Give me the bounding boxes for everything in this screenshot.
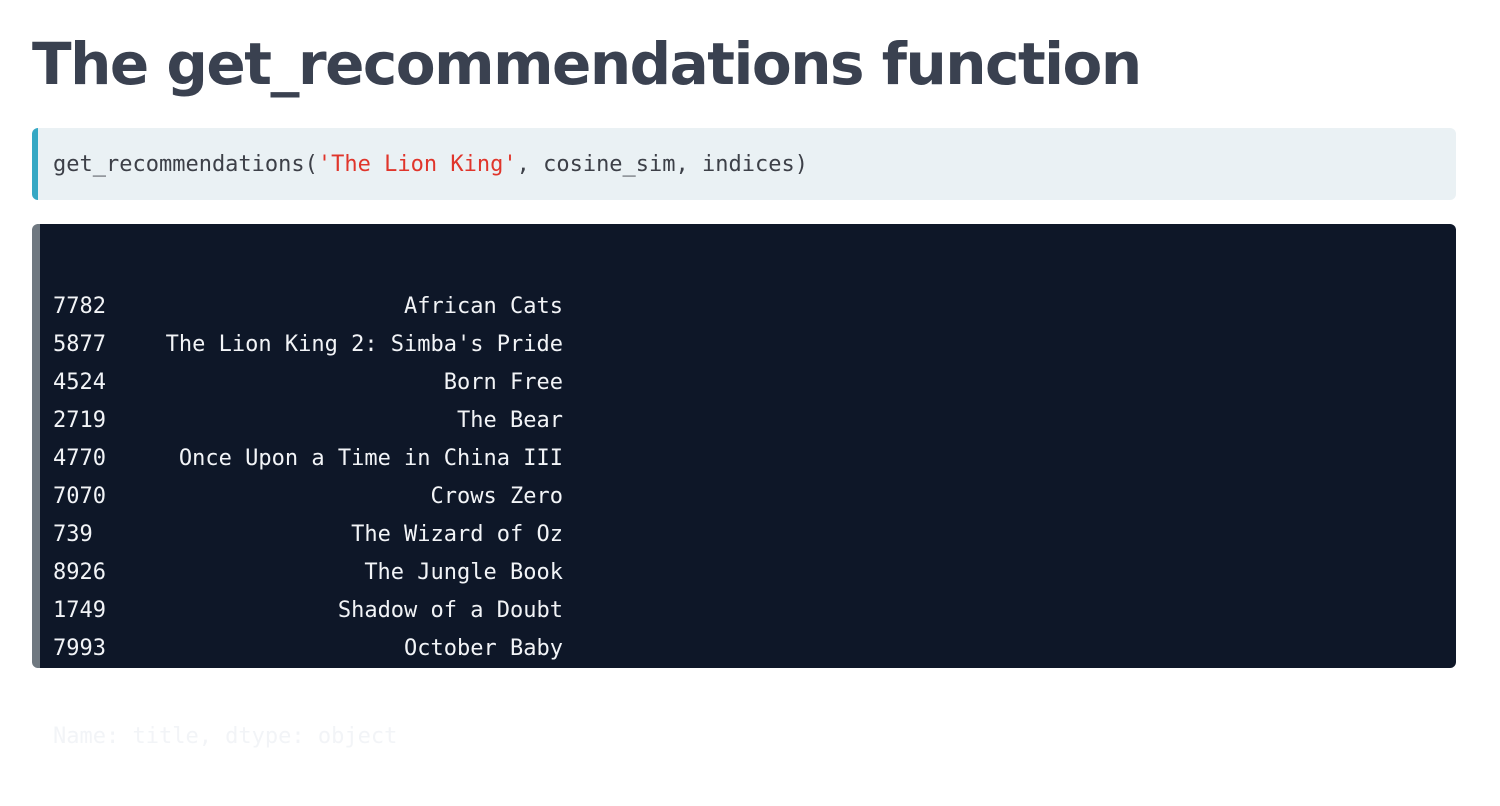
output-footer: Name: title, dtype: object [53, 724, 398, 749]
output-row: 1749 Shadow of a Doubt [53, 592, 1456, 630]
output-row-title: The Lion King 2: Simba's Pride [165, 332, 563, 357]
output-row-title: Crows Zero [430, 484, 563, 509]
output-row: 7782 African Cats [53, 288, 1456, 326]
output-row-index: 7070 [53, 484, 106, 509]
output-row-index: 4524 [53, 370, 106, 395]
output-row: 739 The Wizard of Oz [53, 516, 1456, 554]
code-function-call: get_recommendations( [53, 151, 318, 177]
output-row-title: Born Free [443, 370, 563, 395]
code-arguments: , cosine_sim, indices) [516, 151, 808, 177]
code-line: get_recommendations('The Lion King', cos… [53, 152, 808, 177]
output-row-title: African Cats [404, 294, 563, 319]
code-input-block: get_recommendations('The Lion King', cos… [32, 128, 1456, 200]
output-rows: 7782 African Cats 5877 The Lion King 2: Sim… [53, 288, 1456, 668]
slide: The get_recommendations function get_rec… [0, 0, 1500, 749]
output-row: 4770 Once Upon a Time in China III [53, 440, 1456, 478]
page-title: The get_recommendations function [32, 30, 1142, 98]
output-row-title: Shadow of a Doubt [337, 598, 563, 623]
output-row-index: 7782 [53, 294, 106, 319]
output-row-index: 7993 [53, 636, 106, 661]
output-row-index: 4770 [53, 446, 106, 471]
output-row-index: 1749 [53, 598, 106, 623]
output-row: 2719 The Bear [53, 402, 1456, 440]
output-row-index: 739 [53, 522, 93, 547]
output-row: 7993 October Baby [53, 630, 1456, 668]
output-row-title: Once Upon a Time in China III [178, 446, 563, 471]
output-row-title: The Bear [457, 408, 563, 433]
output-row-index: 8926 [53, 560, 106, 585]
output-row: 8926 The Jungle Book [53, 554, 1456, 592]
output-row-index: 5877 [53, 332, 106, 357]
output-row-title: The Jungle Book [364, 560, 563, 585]
output-row-title: October Baby [404, 636, 563, 661]
output-row-index: 2719 [53, 408, 106, 433]
output-row: 4524 Born Free [53, 364, 1456, 402]
output-row: 5877 The Lion King 2: Simba's Pride [53, 326, 1456, 364]
code-string-literal: 'The Lion King' [317, 151, 517, 177]
output-row-title: The Wizard of Oz [351, 522, 563, 547]
code-output-block: 7782 African Cats 5877 The Lion King 2: Sim… [32, 224, 1456, 749]
output-row: 7070 Crows Zero [53, 478, 1456, 516]
